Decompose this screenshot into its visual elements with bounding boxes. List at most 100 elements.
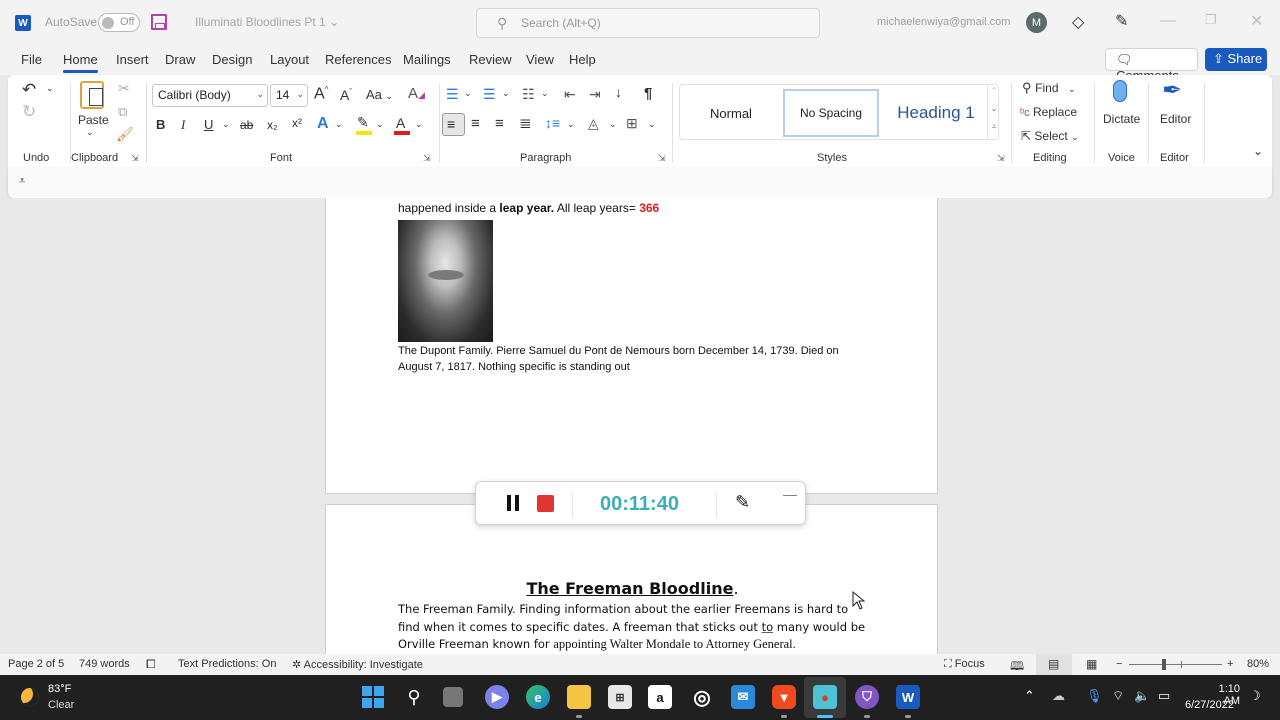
pause-icon[interactable]	[506, 495, 520, 511]
decrease-indent-icon[interactable]: ⇤	[564, 87, 576, 101]
edge-icon[interactable]: e	[526, 685, 550, 709]
tab-home[interactable]: Home	[63, 52, 98, 73]
customize-toolbar-icon[interactable]: ⩡	[19, 175, 25, 188]
proofing-icon[interactable]: ⧠	[146, 657, 156, 672]
find-button[interactable]: ⚲ Find ⌄	[1022, 81, 1076, 94]
maximize-button[interactable]: ❐	[1205, 12, 1217, 28]
store-icon[interactable]: ⊞	[608, 685, 632, 709]
word-taskbar-icon[interactable]: W	[896, 685, 920, 709]
justify-icon[interactable]: ≣	[519, 116, 532, 131]
styles-launcher-icon[interactable]: ⇲	[997, 153, 1005, 164]
highlight-icon[interactable]: ✎	[357, 115, 369, 129]
collapse-ribbon-icon[interactable]: ⌄	[1253, 145, 1263, 157]
teams-chat-icon[interactable]: ▶	[485, 685, 509, 709]
scroll-down-icon[interactable]: ⌄	[988, 102, 1000, 120]
weather-temperature[interactable]: 83°F	[48, 683, 71, 695]
align-center-icon[interactable]: ≡	[471, 116, 480, 131]
numbering-icon[interactable]: ☰	[483, 87, 496, 101]
paste-label[interactable]: Paste	[78, 114, 109, 126]
document-page[interactable]: happened inside a leap year. All leap ye…	[325, 198, 938, 494]
text-effects-icon[interactable]: A	[317, 116, 329, 132]
clock-date[interactable]: 6/27/2022	[1185, 699, 1234, 711]
brave-icon[interactable]: ▼	[772, 685, 796, 709]
bold-button[interactable]: B	[156, 118, 165, 131]
volume-icon[interactable]: 🔈	[1134, 688, 1150, 704]
editor-pen-icon[interactable]: ✒	[1162, 79, 1182, 103]
underline-button[interactable]: U	[204, 118, 213, 131]
moon-weather-icon[interactable]	[21, 688, 39, 706]
zoom-level[interactable]: 80%	[1247, 658, 1269, 670]
show-hidden-icons[interactable]: ⌃	[1024, 688, 1035, 704]
paste-dropdown-icon[interactable]: ⌄	[86, 128, 94, 137]
account-email[interactable]: michaelenwiya@gmail.com	[877, 16, 1010, 28]
grammar-flagged-word[interactable]: to	[762, 620, 774, 634]
show-formatting-icon[interactable]: ¶	[644, 86, 652, 101]
align-left-button[interactable]: ≡	[442, 113, 465, 136]
replace-button[interactable]: ᵇc Replace	[1020, 106, 1077, 119]
underline-dropdown-icon[interactable]: ⌄	[222, 120, 230, 129]
search-input[interactable]: ⚲ Search (Alt+Q)	[476, 8, 820, 38]
increase-indent-icon[interactable]: ⇥	[589, 87, 601, 101]
line-spacing-icon[interactable]: ↕≡	[545, 116, 560, 130]
task-view-icon[interactable]	[443, 687, 463, 707]
close-button[interactable]: ✕	[1250, 11, 1263, 31]
tab-references[interactable]: References	[325, 52, 391, 67]
format-painter-icon[interactable]: 🖌	[116, 127, 134, 141]
avatar[interactable]: M	[1026, 12, 1047, 33]
zoom-slider-thumb[interactable]	[1162, 659, 1167, 670]
stop-icon[interactable]	[537, 495, 554, 512]
paragraph-launcher-icon[interactable]: ⇲	[658, 153, 666, 164]
shading-icon[interactable]: ◬	[588, 116, 599, 130]
font-size-select[interactable]: 14 ⌄	[270, 84, 308, 107]
autosave-toggle[interactable]: Off	[98, 13, 140, 32]
font-name-select[interactable]: Calibri (Body) ⌄	[152, 84, 268, 107]
app-circle-icon[interactable]: ◎	[690, 685, 714, 709]
celebrate-icon[interactable]: ✎	[1115, 11, 1128, 31]
bullets-dropdown-icon[interactable]: ⌄	[464, 89, 472, 98]
tab-design[interactable]: Design	[212, 52, 252, 67]
shading-dropdown-icon[interactable]: ⌄	[609, 120, 617, 129]
comments-button[interactable]: 🗨 Comments	[1105, 48, 1198, 83]
save-icon[interactable]	[151, 14, 167, 30]
undo-dropdown-icon[interactable]: ⌄	[46, 84, 54, 93]
change-case-icon[interactable]: Aa ⌄	[366, 88, 393, 101]
tab-file[interactable]: File	[21, 52, 42, 67]
document-title[interactable]: Illuminati Bloodlines Pt 1 ⌄	[195, 15, 339, 29]
grow-font-icon[interactable]: A^	[314, 86, 328, 102]
borders-dropdown-icon[interactable]: ⌄	[648, 120, 656, 129]
battery-icon[interactable]: ▭	[1158, 688, 1170, 704]
sort-icon[interactable]: ↓	[615, 85, 622, 99]
recorder-minimize-button[interactable]: —	[783, 486, 797, 502]
web-layout-icon[interactable]: ▦	[1086, 657, 1097, 671]
font-launcher-icon[interactable]: ⇲	[423, 153, 431, 164]
bullets-icon[interactable]: ☰	[446, 87, 459, 101]
document-page[interactable]: The Freeman Bloodline. The Freeman Famil…	[325, 504, 938, 654]
share-button[interactable]: ⇪ Share	[1205, 48, 1267, 71]
minimize-button[interactable]: —	[1160, 12, 1176, 30]
focus-assist-icon[interactable]: ☽	[1249, 688, 1261, 704]
document-canvas[interactable]: happened inside a leap year. All leap ye…	[0, 198, 1280, 654]
zoom-slider-track[interactable]	[1129, 664, 1222, 665]
vpn-icon[interactable]: ⛉	[855, 685, 879, 709]
zoom-in-button[interactable]: +	[1227, 658, 1233, 670]
style-heading-1[interactable]: Heading 1	[884, 89, 988, 137]
accessibility-status[interactable]: ✲ Accessibility: Investigate	[292, 658, 423, 671]
tab-view[interactable]: View	[526, 52, 554, 67]
tab-insert[interactable]: Insert	[116, 52, 149, 67]
style-no-spacing[interactable]: No Spacing	[783, 89, 879, 137]
tab-layout[interactable]: Layout	[270, 52, 309, 67]
superscript-button[interactable]: x²	[292, 117, 302, 129]
start-button[interactable]	[361, 685, 385, 709]
clipboard-launcher-icon[interactable]: ⇲	[131, 153, 139, 164]
file-explorer-icon[interactable]	[567, 685, 591, 709]
styles-more-icon[interactable]: ⩡	[988, 120, 1000, 138]
multilevel-dropdown-icon[interactable]: ⌄	[541, 89, 549, 98]
italic-button[interactable]: I	[181, 118, 185, 131]
diamond-icon[interactable]: ◇	[1072, 12, 1084, 32]
select-button[interactable]: ⇱ Select ⌄	[1021, 130, 1079, 142]
subscript-button[interactable]: x₂	[267, 119, 278, 131]
paste-icon[interactable]	[80, 81, 104, 109]
undo-icon[interactable]: ↶	[22, 81, 36, 98]
line-spacing-dropdown-icon[interactable]: ⌄	[567, 120, 575, 129]
align-right-icon[interactable]: ≡	[495, 116, 504, 131]
